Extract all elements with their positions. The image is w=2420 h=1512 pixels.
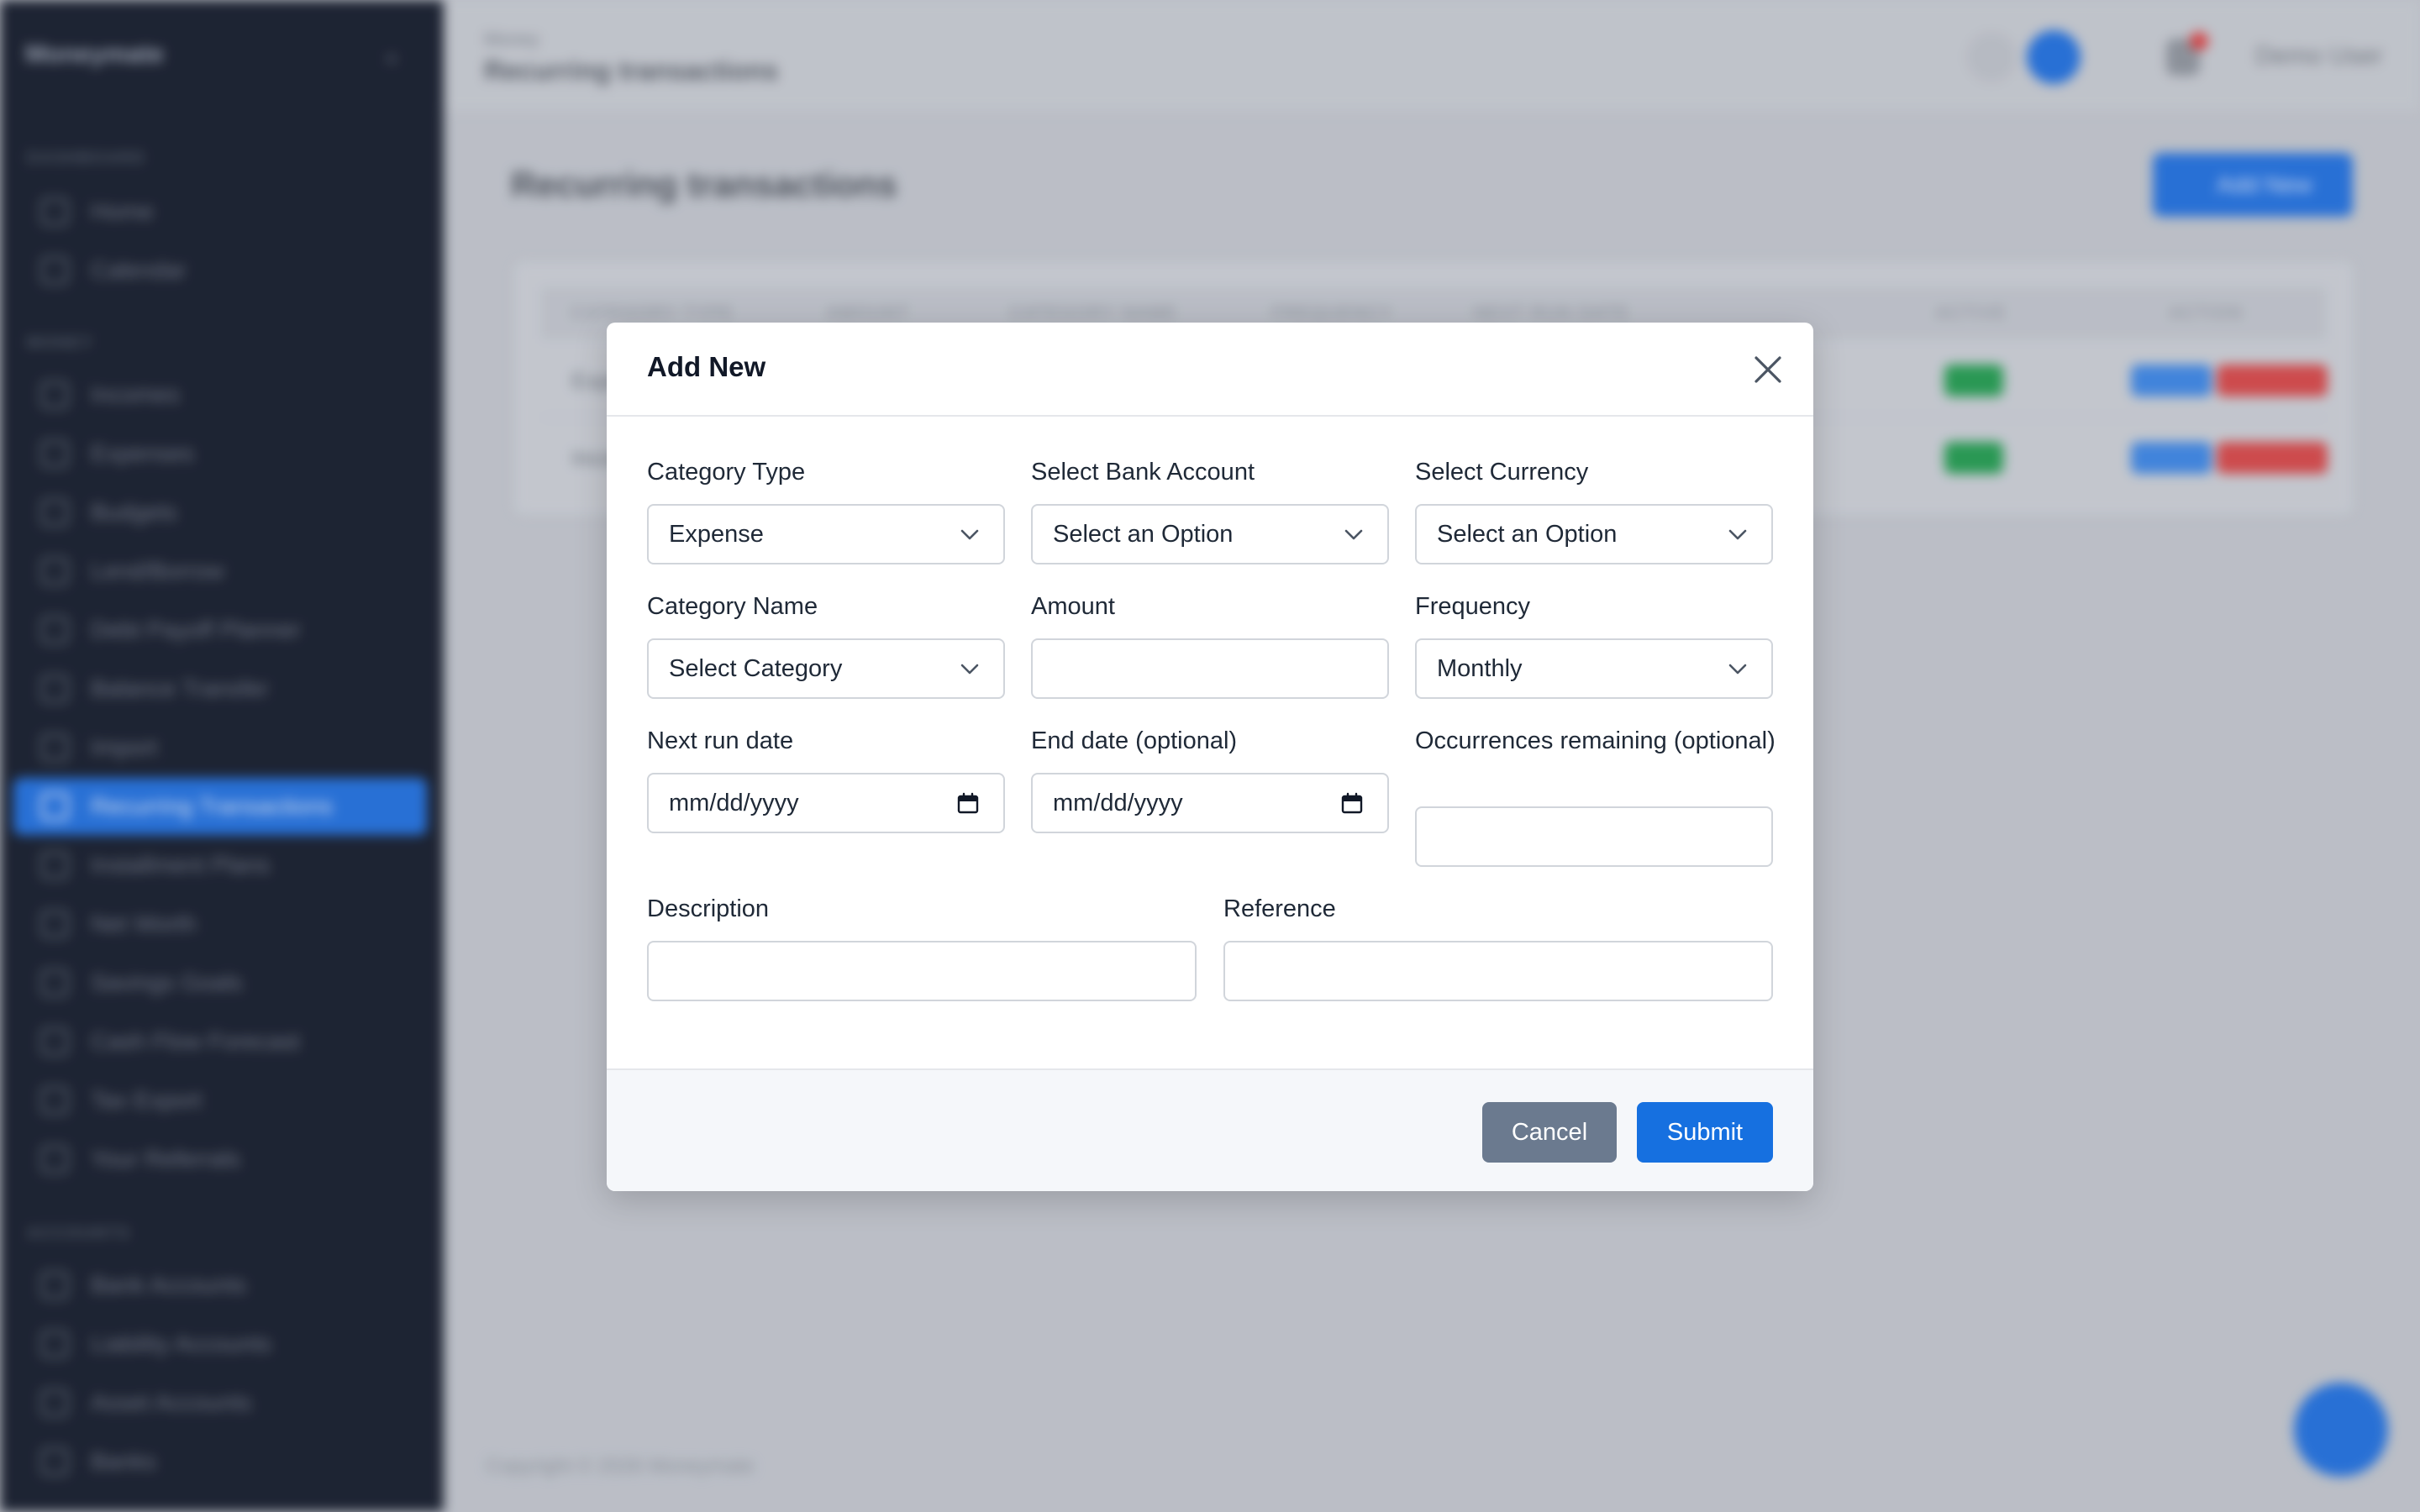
modal-title: Add New <box>647 351 766 382</box>
currency-label: Select Currency <box>1415 459 1589 486</box>
cancel-button[interactable]: Cancel <box>1482 1102 1617 1163</box>
description-input[interactable] <box>647 941 1197 1001</box>
end-date-input[interactable]: mm/dd/yyyy <box>1031 773 1389 833</box>
frequency-label: Frequency <box>1415 593 1531 620</box>
bank-account-select[interactable]: Select an Option <box>1031 504 1389 564</box>
chevron-down-icon <box>960 529 979 540</box>
calendar-icon[interactable] <box>956 791 980 815</box>
category-type-select[interactable]: Expense <box>647 504 1005 564</box>
bank-account-label: Select Bank Account <box>1031 459 1255 486</box>
amount-input[interactable] <box>1031 638 1389 699</box>
chevron-down-icon <box>1728 664 1747 675</box>
chevron-down-icon <box>1344 529 1363 540</box>
category-name-label: Category Name <box>647 593 818 620</box>
add-new-modal: Add New Category Type Expense Select Ban… <box>607 323 1813 1191</box>
amount-label: Amount <box>1031 593 1115 620</box>
occurrences-input[interactable] <box>1415 806 1773 867</box>
modal-footer: Cancel Submit <box>607 1068 1813 1191</box>
occurrences-label: Occurrences remaining (optional) <box>1415 727 1776 754</box>
chevron-down-icon <box>960 664 979 675</box>
next-run-date-label: Next run date <box>647 727 794 754</box>
reference-input[interactable] <box>1223 941 1773 1001</box>
frequency-select[interactable]: Monthly <box>1415 638 1773 699</box>
chevron-down-icon <box>1728 529 1747 540</box>
modal-header: Add New <box>607 323 1813 417</box>
category-name-select[interactable]: Select Category <box>647 638 1005 699</box>
category-type-label: Category Type <box>647 459 806 486</box>
reference-label: Reference <box>1223 895 1336 922</box>
next-run-date-input[interactable]: mm/dd/yyyy <box>647 773 1005 833</box>
submit-button[interactable]: Submit <box>1637 1102 1773 1163</box>
description-label: Description <box>647 895 770 922</box>
end-date-label: End date (optional) <box>1031 727 1238 754</box>
calendar-icon[interactable] <box>1340 791 1364 815</box>
currency-select[interactable]: Select an Option <box>1415 504 1773 564</box>
close-icon[interactable] <box>1749 351 1786 388</box>
